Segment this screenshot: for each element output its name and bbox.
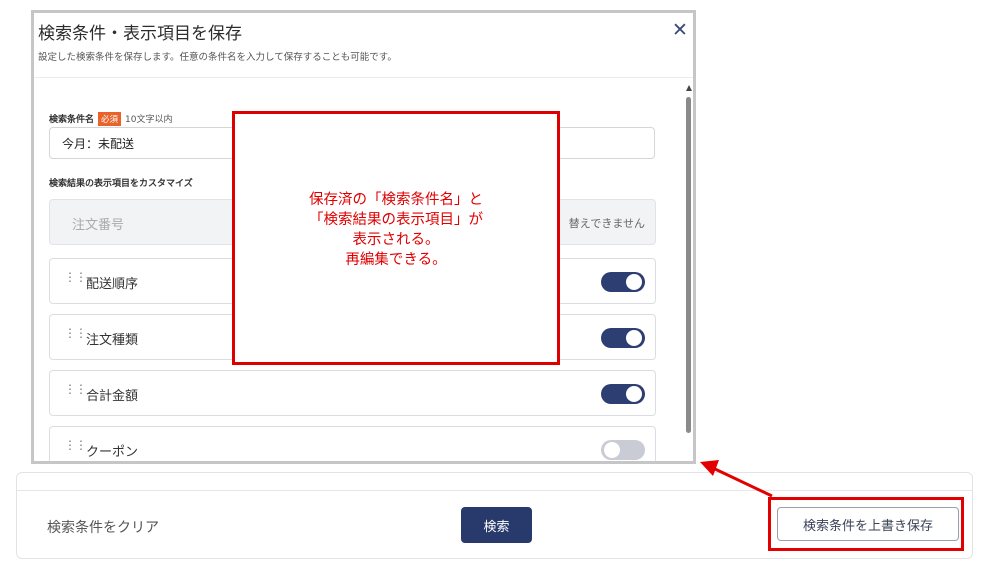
annotation-arrow-icon <box>700 460 773 498</box>
